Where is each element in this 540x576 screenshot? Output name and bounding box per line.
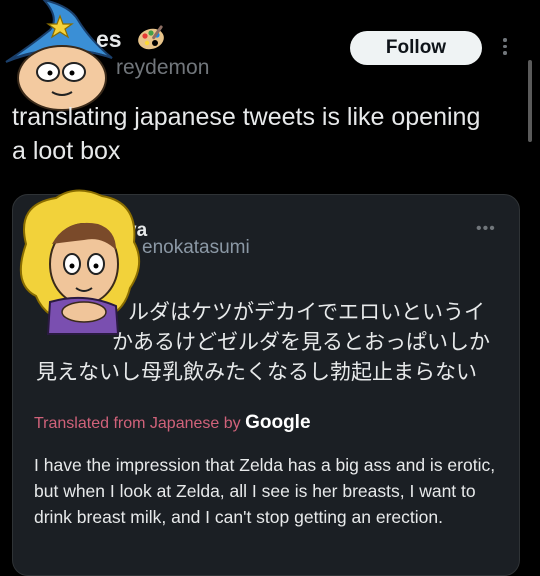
translated-prefix: Translated from Japanese by — [34, 415, 241, 432]
quoted-more-icon[interactable]: ••• — [476, 220, 496, 238]
translated-by-label[interactable]: Translated from Japanese by Google — [34, 412, 311, 434]
blonde-avatar-icon — [19, 189, 141, 335]
original-text-line-1: ルダはケツがデカイでエロいというイ — [128, 301, 485, 324]
more-options-icon[interactable] — [500, 38, 510, 60]
wizard-avatar-icon — [5, 0, 113, 111]
original-text-line-2: かあるけどゼルダを見るとおっぱいしか — [112, 331, 490, 354]
translated-text: I have the impression that Zelda has a b… — [34, 455, 496, 527]
tweet-text: translating japanese tweets is like open… — [12, 103, 481, 165]
google-brand: Google — [245, 412, 311, 433]
follow-button[interactable]: Follow — [350, 31, 482, 65]
quoted-user-handle[interactable]: enokatasumi — [142, 237, 250, 259]
original-text-line-3: 見えないし母乳飲みたくなるし勃起止まらない — [36, 361, 477, 384]
scrollbar[interactable] — [528, 60, 532, 142]
artist-palette-icon — [138, 25, 164, 50]
user-handle[interactable]: reydemon — [116, 56, 209, 80]
